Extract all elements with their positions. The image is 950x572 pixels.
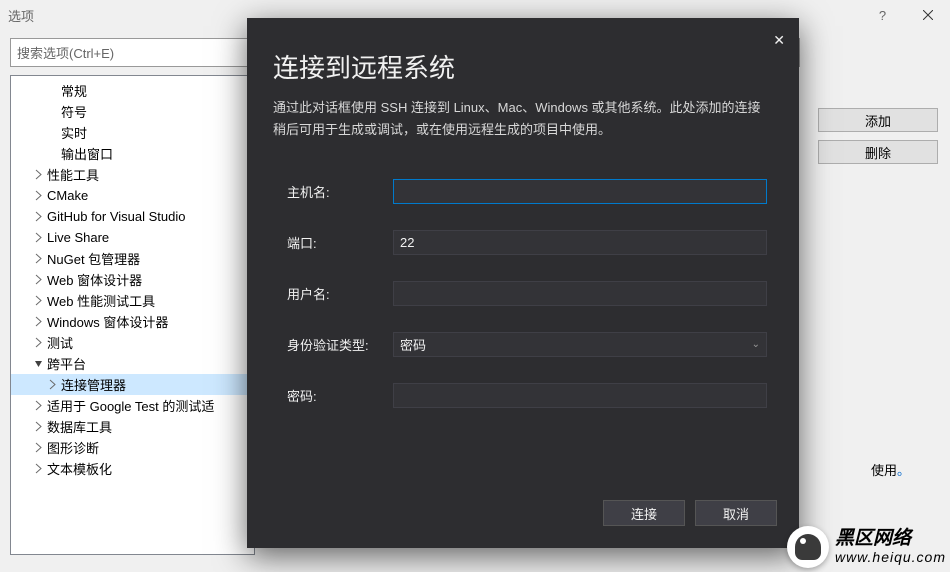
tree-item-label: Live Share (47, 230, 109, 245)
dialog-content: 连接到远程系统 通过此对话框使用 SSH 连接到 Linux、Mac、Windo… (247, 18, 799, 426)
tree-item[interactable]: 数据库工具 (11, 416, 254, 437)
tree-item[interactable]: GitHub for Visual Studio (11, 206, 254, 227)
watermark-text: 黑区网络 www.heiqu.com (835, 529, 946, 565)
tree-item[interactable]: 符号 (11, 101, 254, 122)
close-icon: ✕ (773, 32, 785, 48)
password-row: 密码: (287, 383, 767, 408)
dialog-title: 连接到远程系统 (273, 48, 773, 85)
tree-item[interactable]: 性能工具 (11, 164, 254, 185)
tree-item-label: 常规 (61, 81, 87, 100)
tree-item-label: Windows 窗体设计器 (47, 312, 168, 331)
options-tree[interactable]: 常规符号实时输出窗口性能工具 CMake GitHub for Visual Stu… (10, 75, 255, 555)
tree-item[interactable]: NuGet 包管理器 (11, 248, 254, 269)
tree-item-label: NuGet 包管理器 (47, 249, 140, 268)
tree-item[interactable]: Web 窗体设计器 (11, 269, 254, 290)
caret-icon (47, 379, 58, 390)
caret-icon (33, 316, 44, 327)
tree-item-label: 实时 (61, 123, 87, 142)
tree-item[interactable]: 图形诊断 (11, 437, 254, 458)
auth-select[interactable]: 密码 ⌄ (393, 332, 767, 357)
tree-item[interactable]: 测试 (11, 332, 254, 353)
caret-icon (47, 148, 58, 159)
caret-icon (33, 169, 44, 180)
tree-item-label: 适用于 Google Test 的测试适 (47, 396, 214, 415)
caret-icon (47, 106, 58, 117)
tree-item-label: Web 窗体设计器 (47, 270, 142, 289)
caret-icon (47, 85, 58, 96)
password-input[interactable] (393, 383, 767, 408)
tree-item-label: CMake (47, 188, 88, 203)
add-button[interactable]: 添加 (818, 108, 938, 132)
tree-item-label: GitHub for Visual Studio (47, 209, 186, 224)
user-input[interactable] (393, 281, 767, 306)
caret-icon (47, 127, 58, 138)
tree-item[interactable]: 连接管理器 (11, 374, 254, 395)
tree-item[interactable]: 适用于 Google Test 的测试适 (11, 395, 254, 416)
dialog-description: 通过此对话框使用 SSH 连接到 Linux、Mac、Windows 或其他系统… (273, 97, 773, 141)
caret-icon (33, 358, 44, 369)
tree-item[interactable]: 输出窗口 (11, 143, 254, 164)
cancel-button[interactable]: 取消 (695, 500, 777, 526)
tree-item-label: 连接管理器 (61, 375, 126, 394)
caret-icon (33, 253, 44, 264)
close-button[interactable] (905, 0, 950, 30)
right-buttons: 添加 删除 (818, 108, 938, 164)
auth-value: 密码 (400, 335, 426, 354)
host-input[interactable] (393, 179, 767, 204)
tree-item[interactable]: Live Share (11, 227, 254, 248)
tree-item-label: 数据库工具 (47, 417, 112, 436)
chevron-down-icon: ⌄ (752, 339, 760, 350)
host-row: 主机名: (287, 179, 767, 204)
watermark-icon (787, 526, 829, 568)
tree-item[interactable]: 常规 (11, 80, 254, 101)
auth-label: 身份验证类型: (287, 335, 393, 354)
status-text: 使用。 (871, 460, 910, 479)
user-label: 用户名: (287, 284, 393, 303)
watermark: 黑区网络 www.heiqu.com (787, 526, 946, 568)
tree-item-label: 测试 (47, 333, 73, 352)
tree-item-label: 输出窗口 (61, 144, 113, 163)
help-button[interactable]: ? (860, 0, 905, 30)
remove-button[interactable]: 删除 (818, 140, 938, 164)
caret-icon (33, 421, 44, 432)
tree-item-label: 图形诊断 (47, 438, 99, 457)
tree-item[interactable]: 跨平台 (11, 353, 254, 374)
caret-icon (33, 400, 44, 411)
caret-icon (33, 463, 44, 474)
port-label: 端口: (287, 233, 393, 252)
tree-item[interactable]: Windows 窗体设计器 (11, 311, 254, 332)
connect-button[interactable]: 连接 (603, 500, 685, 526)
port-input[interactable] (393, 230, 767, 255)
caret-icon (33, 442, 44, 453)
dialog-close-button[interactable]: ✕ (773, 32, 785, 49)
host-label: 主机名: (287, 182, 393, 201)
user-row: 用户名: (287, 281, 767, 306)
caret-icon (33, 295, 44, 306)
tree-item-label: 跨平台 (47, 354, 86, 373)
caret-icon (33, 274, 44, 285)
connect-dialog: ✕ 连接到远程系统 通过此对话框使用 SSH 连接到 Linux、Mac、Win… (247, 18, 799, 548)
tree-item-label: 性能工具 (47, 165, 99, 184)
caret-icon (33, 190, 44, 201)
tree-item[interactable]: Web 性能测试工具 (11, 290, 254, 311)
connection-form: 主机名: 端口: 用户名: 身份验证类型: 密码 ⌄ 密码: (273, 179, 773, 408)
close-icon (923, 10, 933, 20)
tree-item-label: Web 性能测试工具 (47, 291, 155, 310)
auth-row: 身份验证类型: 密码 ⌄ (287, 332, 767, 357)
caret-icon (33, 232, 44, 243)
tree-item[interactable]: 文本模板化 (11, 458, 254, 479)
password-label: 密码: (287, 386, 393, 405)
tree-item-label: 符号 (61, 102, 87, 121)
caret-icon (33, 211, 44, 222)
tree-item[interactable]: CMake (11, 185, 254, 206)
caret-icon (33, 337, 44, 348)
port-row: 端口: (287, 230, 767, 255)
tree-item-label: 文本模板化 (47, 459, 112, 478)
tree-item[interactable]: 实时 (11, 122, 254, 143)
dialog-buttons: 连接 取消 (603, 500, 777, 526)
